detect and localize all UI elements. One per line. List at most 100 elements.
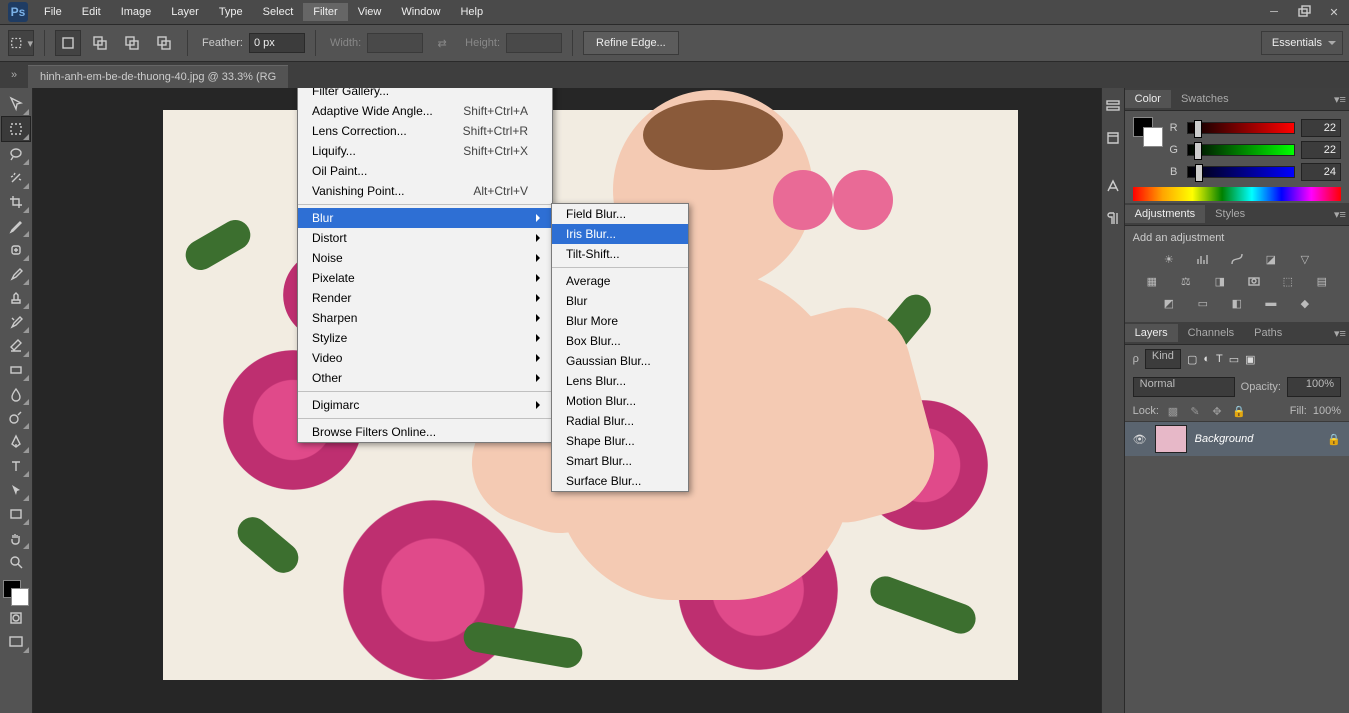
menu-field-blur[interactable]: Field Blur... xyxy=(552,204,688,224)
menu-window[interactable]: Window xyxy=(391,3,450,21)
add-selection-icon[interactable] xyxy=(87,30,113,56)
filter-kind-select[interactable]: Kind xyxy=(1145,349,1181,369)
menu-gaussian-blur[interactable]: Gaussian Blur... xyxy=(552,351,688,371)
r-slider[interactable] xyxy=(1187,122,1295,134)
color-balance-icon[interactable]: ⚖ xyxy=(1176,272,1196,290)
tab-swatches[interactable]: Swatches xyxy=(1171,90,1239,108)
spectrum-bar[interactable] xyxy=(1133,187,1341,201)
invert-icon[interactable]: ◩ xyxy=(1159,294,1179,312)
panel-menu-icon[interactable]: ▾≡ xyxy=(1331,93,1349,106)
b-slider[interactable] xyxy=(1187,166,1295,178)
blur-tool-icon[interactable] xyxy=(2,382,30,406)
menu-adaptive-wide-angle[interactable]: Adaptive Wide Angle...Shift+Ctrl+A xyxy=(298,101,552,121)
height-input[interactable] xyxy=(506,33,562,53)
lasso-tool-icon[interactable] xyxy=(2,142,30,166)
hue-sat-icon[interactable]: ▦ xyxy=(1142,272,1162,290)
menu-pixelate-group[interactable]: Pixelate xyxy=(298,268,552,288)
menu-motion-blur[interactable]: Motion Blur... xyxy=(552,391,688,411)
feather-input[interactable] xyxy=(249,33,305,53)
history-brush-tool-icon[interactable] xyxy=(2,310,30,334)
tab-layers[interactable]: Layers xyxy=(1125,324,1178,342)
brightness-contrast-icon[interactable]: ☀ xyxy=(1159,250,1179,268)
filter-smart-icon[interactable]: ▣ xyxy=(1245,353,1255,366)
r-value[interactable]: 22 xyxy=(1301,119,1341,137)
eyedropper-tool-icon[interactable] xyxy=(2,214,30,238)
workspace-selector[interactable]: Essentials xyxy=(1261,31,1343,55)
subtract-selection-icon[interactable] xyxy=(119,30,145,56)
menu-blur-group[interactable]: Blur xyxy=(298,208,552,228)
threshold-icon[interactable]: ◧ xyxy=(1227,294,1247,312)
magic-wand-tool-icon[interactable] xyxy=(2,166,30,190)
lock-all-icon[interactable]: 🔒 xyxy=(1231,403,1247,419)
refine-edge-button[interactable]: Refine Edge... xyxy=(583,31,679,55)
posterize-icon[interactable]: ▭ xyxy=(1193,294,1213,312)
menu-radial-blur[interactable]: Radial Blur... xyxy=(552,411,688,431)
window-minimize-icon[interactable]: ─ xyxy=(1260,2,1288,22)
hand-tool-icon[interactable] xyxy=(2,526,30,550)
g-value[interactable]: 22 xyxy=(1301,141,1341,159)
b-value[interactable]: 24 xyxy=(1301,163,1341,181)
type-tool-icon[interactable] xyxy=(2,454,30,478)
character-panel-icon[interactable] xyxy=(1103,176,1123,196)
menu-view[interactable]: View xyxy=(348,3,392,21)
lock-transparent-icon[interactable]: ▩ xyxy=(1165,403,1181,419)
tab-adjustments[interactable]: Adjustments xyxy=(1125,205,1206,223)
tab-channels[interactable]: Channels xyxy=(1178,324,1244,342)
brush-tool-icon[interactable] xyxy=(2,262,30,286)
menu-digimarc[interactable]: Digimarc xyxy=(298,395,552,415)
dodge-tool-icon[interactable] xyxy=(2,406,30,430)
blend-mode-select[interactable]: Normal xyxy=(1133,377,1235,397)
tab-color[interactable]: Color xyxy=(1125,90,1171,108)
menu-video-group[interactable]: Video xyxy=(298,348,552,368)
color-swatch[interactable] xyxy=(3,580,29,606)
g-slider[interactable] xyxy=(1187,144,1295,156)
curves-icon[interactable] xyxy=(1227,250,1247,268)
quick-mask-icon[interactable] xyxy=(2,606,30,630)
channel-mixer-icon[interactable]: ⬚ xyxy=(1278,272,1298,290)
tool-preset-icon[interactable]: ▾ xyxy=(8,30,34,56)
zoom-tool-icon[interactable] xyxy=(2,550,30,574)
fill-input[interactable]: 100% xyxy=(1313,405,1341,417)
bw-icon[interactable]: ◨ xyxy=(1210,272,1230,290)
window-restore-icon[interactable] xyxy=(1290,2,1318,22)
move-tool-icon[interactable] xyxy=(2,92,30,116)
gradient-map-icon[interactable]: ▬ xyxy=(1261,294,1281,312)
menu-noise-group[interactable]: Noise xyxy=(298,248,552,268)
menu-help[interactable]: Help xyxy=(450,3,493,21)
eraser-tool-icon[interactable] xyxy=(2,334,30,358)
lock-position-icon[interactable]: ✥ xyxy=(1209,403,1225,419)
menu-type[interactable]: Type xyxy=(209,3,253,21)
exposure-icon[interactable]: ◪ xyxy=(1261,250,1281,268)
menu-lens-correction[interactable]: Lens Correction...Shift+Ctrl+R xyxy=(298,121,552,141)
menu-surface-blur[interactable]: Surface Blur... xyxy=(552,471,688,491)
menu-box-blur[interactable]: Box Blur... xyxy=(552,331,688,351)
layer-row-background[interactable]: 👁 Background 🔒 xyxy=(1125,422,1349,456)
intersect-selection-icon[interactable] xyxy=(151,30,177,56)
opacity-input[interactable]: 100% xyxy=(1287,377,1341,397)
menu-layer[interactable]: Layer xyxy=(161,3,209,21)
selective-color-icon[interactable]: ◆ xyxy=(1295,294,1315,312)
menu-browse-filters[interactable]: Browse Filters Online... xyxy=(298,422,552,442)
panel-menu-icon[interactable]: ▾≡ xyxy=(1331,208,1349,221)
tab-styles[interactable]: Styles xyxy=(1205,205,1255,223)
marquee-tool-icon[interactable] xyxy=(1,116,31,142)
screen-mode-icon[interactable] xyxy=(2,630,30,654)
photo-filter-icon[interactable] xyxy=(1244,272,1264,290)
menu-liquify[interactable]: Liquify...Shift+Ctrl+X xyxy=(298,141,552,161)
menu-other-group[interactable]: Other xyxy=(298,368,552,388)
color-lookup-icon[interactable]: ▤ xyxy=(1312,272,1332,290)
paragraph-panel-icon[interactable] xyxy=(1103,208,1123,228)
menu-vanishing-point[interactable]: Vanishing Point...Alt+Ctrl+V xyxy=(298,181,552,201)
width-input[interactable] xyxy=(367,33,423,53)
expand-docs-icon[interactable]: » xyxy=(0,62,28,88)
vibrance-icon[interactable]: ▽ xyxy=(1295,250,1315,268)
lock-pixels-icon[interactable]: ✎ xyxy=(1187,403,1203,419)
menu-file[interactable]: File xyxy=(34,3,72,21)
menu-edit[interactable]: Edit xyxy=(72,3,111,21)
canvas-area[interactable]: Last FilterCtrl+F Convert for Smart Filt… xyxy=(33,88,1101,713)
path-selection-tool-icon[interactable] xyxy=(2,478,30,502)
panel-menu-icon[interactable]: ▾≡ xyxy=(1331,327,1349,340)
new-selection-icon[interactable] xyxy=(55,30,81,56)
menu-tilt-shift[interactable]: Tilt-Shift... xyxy=(552,244,688,264)
window-close-icon[interactable]: ✕ xyxy=(1320,2,1348,22)
